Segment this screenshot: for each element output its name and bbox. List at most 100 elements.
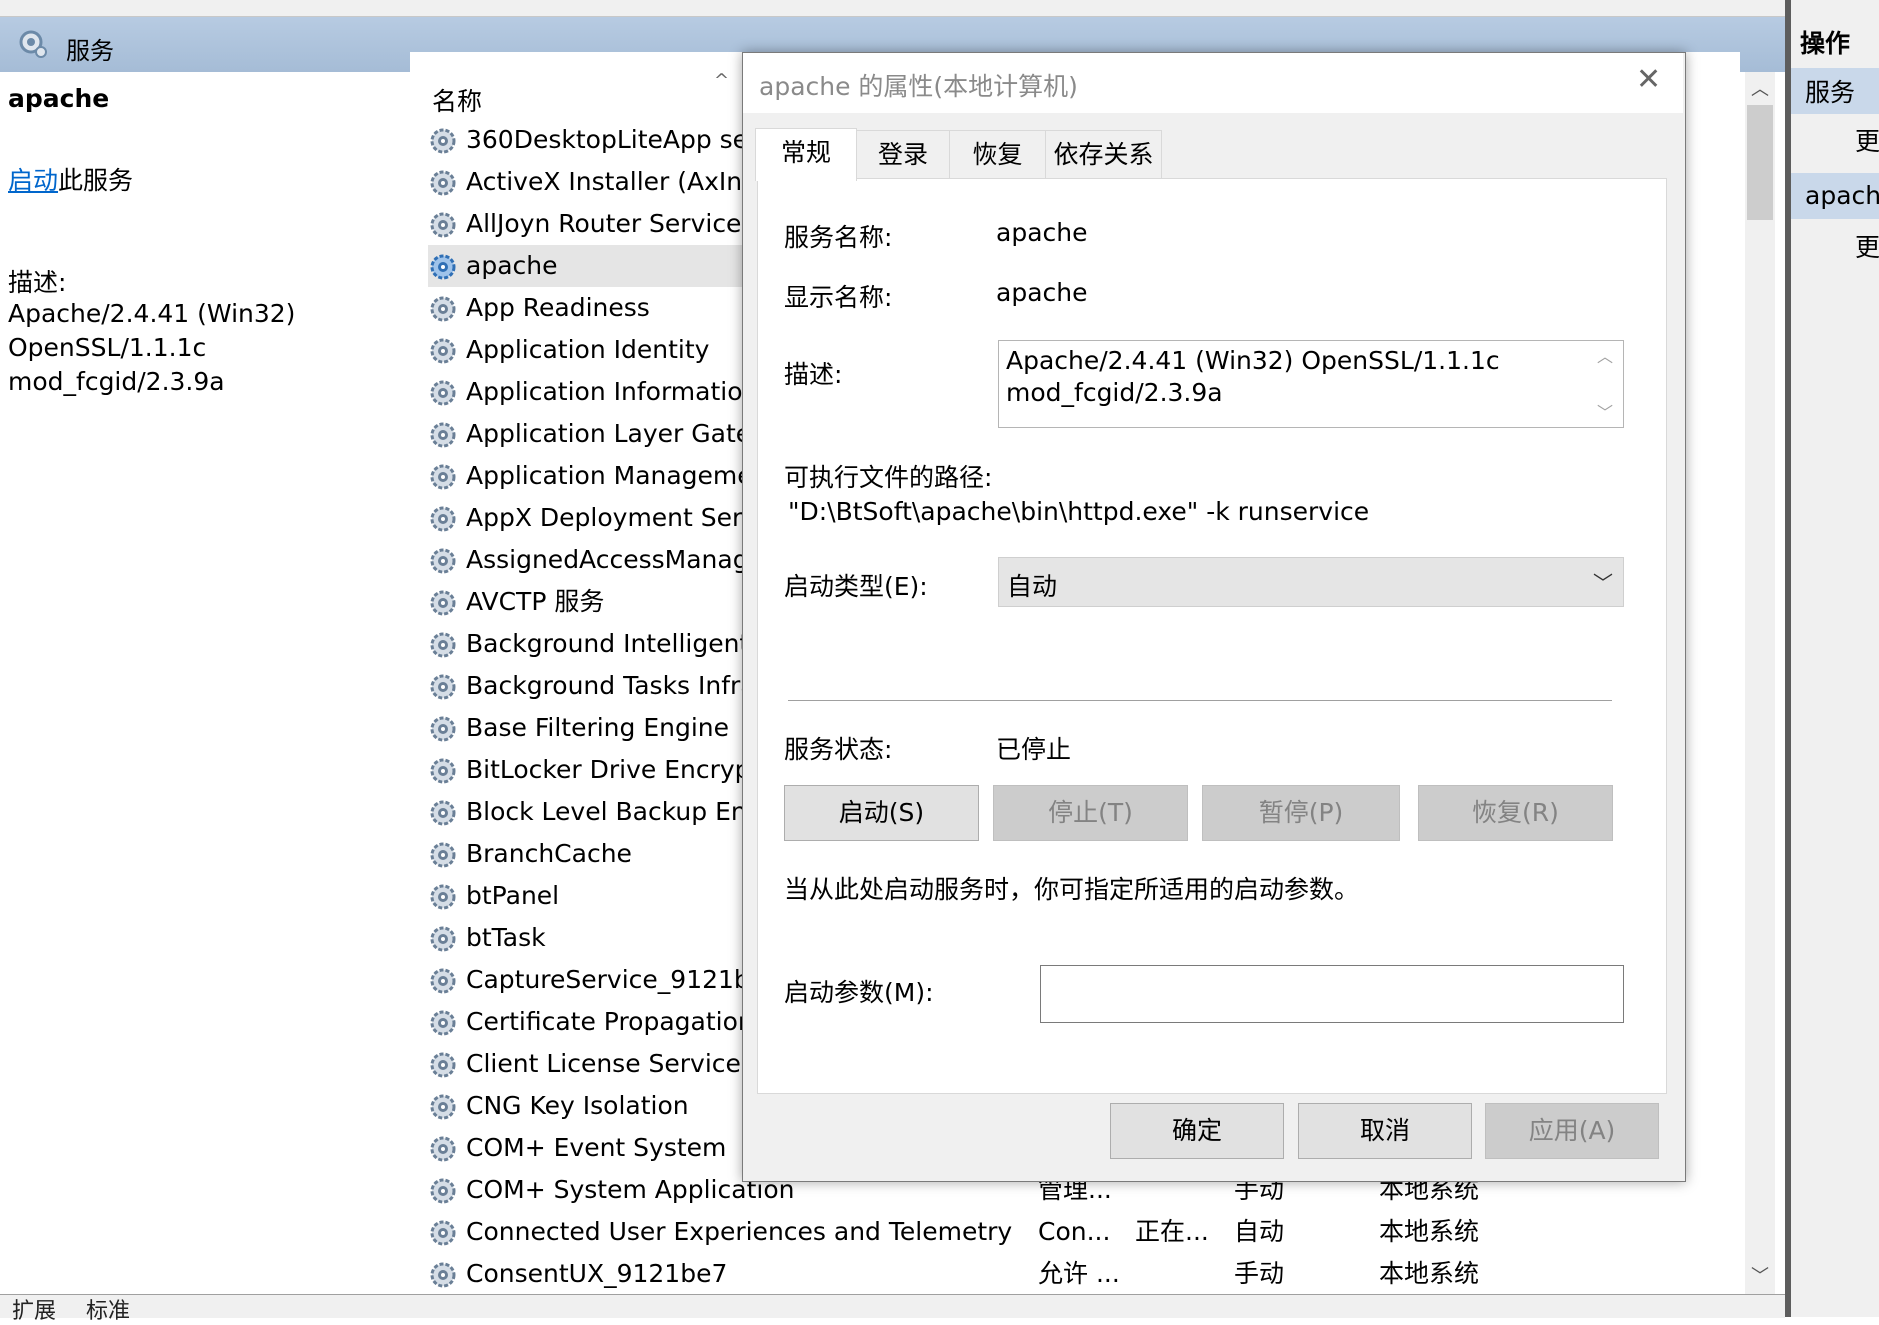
service-gear-icon (428, 252, 458, 282)
tab-logon[interactable]: 登录 (856, 130, 950, 179)
tab-recovery[interactable]: 恢复 (949, 130, 1046, 179)
service-description: 允许 ... (1038, 1259, 1120, 1288)
start-params-hint: 当从此处启动服务时，你可指定所适用的启动参数。 (784, 875, 1360, 904)
startup-type-label: 启动类型(E): (784, 572, 928, 601)
service-gear-icon (428, 168, 458, 198)
service-status-value: 已停止 (996, 735, 1072, 764)
scroll-down-icon[interactable]: ﹀ (1745, 1262, 1775, 1292)
tab-extended[interactable]: 扩展 (12, 1293, 56, 1325)
service-gear-icon (428, 1218, 458, 1248)
service-gear-icon (428, 378, 458, 408)
exe-path-label: 可执行文件的路径: (784, 463, 993, 492)
resume-button[interactable]: 恢复(R) (1418, 785, 1613, 841)
actions-section-services[interactable]: 服务 (1791, 68, 1879, 114)
actions-section-label: 服务 (1805, 78, 1856, 107)
apply-button[interactable]: 应用(A) (1485, 1103, 1659, 1159)
service-logon-as: 本地系统 (1379, 1217, 1480, 1246)
services-icon (19, 30, 47, 58)
service-gear-icon (428, 588, 458, 618)
service-gear-icon (428, 546, 458, 576)
service-row[interactable]: Connected User Experiences and Telemetry… (428, 1211, 1728, 1253)
scroll-up-icon[interactable]: ︿ (1597, 343, 1613, 367)
top-strip (0, 0, 1785, 17)
service-name-label: 服务名称: (784, 223, 893, 252)
general-tab-panel (757, 178, 1667, 1094)
service-gear-icon (428, 966, 458, 996)
service-name: Application Identity (466, 335, 710, 364)
service-gear-icon (428, 924, 458, 954)
display-name-value: apache (996, 278, 1088, 307)
service-name: Application Information (466, 377, 759, 406)
service-gear-icon (428, 1008, 458, 1038)
exe-path-value: "D:\BtSoft\apache\bin\httpd.exe" -k runs… (788, 497, 1370, 526)
service-gear-icon (428, 1134, 458, 1164)
service-name: Connected User Experiences and Telemetry (466, 1217, 1013, 1246)
service-name: Base Filtering Engine (466, 713, 730, 742)
service-name: BranchCache (466, 839, 632, 868)
start-service-suffix: 此服务 (58, 166, 134, 195)
description-line: Apache/2.4.41 (Win32) OpenSSL/1.1.1c (1006, 346, 1500, 375)
service-name: CNG Key Isolation (466, 1091, 689, 1120)
service-name: apache (466, 251, 558, 280)
stop-button[interactable]: 停止(T) (993, 785, 1188, 841)
display-name-label: 显示名称: (784, 283, 893, 312)
service-gear-icon (428, 1092, 458, 1122)
service-name: AllJoyn Router Service (466, 209, 742, 238)
ok-button[interactable]: 确定 (1110, 1103, 1284, 1159)
description-line: mod_fcgid/2.3.9a (1006, 378, 1223, 407)
start-params-label: 启动参数(M): (784, 978, 934, 1007)
service-gear-icon (428, 714, 458, 744)
description-textbox[interactable]: Apache/2.4.41 (Win32) OpenSSL/1.1.1c mod… (998, 340, 1624, 428)
service-startup-type: 手动 (1234, 1259, 1285, 1288)
service-name: btPanel (466, 881, 560, 910)
service-gear-icon (428, 420, 458, 450)
tab-dependencies[interactable]: 依存关系 (1045, 130, 1162, 179)
service-gear-icon (428, 840, 458, 870)
service-gear-icon (428, 630, 458, 660)
service-gear-icon (428, 798, 458, 828)
service-name: AVCTP 服务 (466, 587, 605, 616)
close-icon[interactable]: ✕ (1636, 62, 1661, 97)
startup-type-value: 自动 (1007, 572, 1058, 601)
service-gear-icon (428, 294, 458, 324)
cancel-button[interactable]: 取消 (1298, 1103, 1472, 1159)
startup-type-select[interactable]: 自动 ﹀ (998, 557, 1624, 607)
service-gear-icon (428, 210, 458, 240)
start-params-input[interactable] (1040, 965, 1624, 1023)
service-name: Application Management (466, 461, 779, 490)
service-name: App Readiness (466, 293, 650, 322)
actions-section-apache[interactable]: apache (1791, 173, 1879, 219)
tab-standard[interactable]: 标准 (86, 1293, 130, 1325)
description-text: Apache/2.4.41 (Win32) OpenSSL/1.1.1c mod… (8, 297, 408, 399)
scroll-thumb[interactable] (1747, 105, 1773, 220)
header-title: 服务 (66, 37, 114, 65)
left-description-panel (0, 72, 410, 1294)
vertical-scrollbar[interactable] (1745, 72, 1775, 1294)
dialog-title: apache 的属性(本地计算机) (759, 72, 1078, 101)
pause-button[interactable]: 暂停(P) (1202, 785, 1400, 841)
service-name: Certificate Propagation (466, 1007, 754, 1036)
service-row[interactable]: ConsentUX_9121be7 允许 ... 手动 本地系统 (428, 1253, 1728, 1295)
view-tabs-bar: 扩展 标准 (0, 1294, 1785, 1324)
service-gear-icon (428, 1050, 458, 1080)
service-row[interactable]: apache (428, 245, 748, 287)
start-button[interactable]: 启动(S) (784, 785, 979, 841)
more-actions-link[interactable]: 更 (1855, 122, 1879, 158)
actions-title: 操作 (1800, 29, 1851, 58)
service-description: Con... (1038, 1217, 1111, 1246)
service-status-label: 服务状态: (784, 735, 893, 764)
scroll-up-icon[interactable]: ︿ (1745, 75, 1775, 105)
service-name-value: apache (996, 218, 1088, 247)
service-name: CaptureService_9121be7 (466, 965, 782, 994)
service-logon-as: 本地系统 (1379, 1259, 1480, 1288)
service-gear-icon (428, 672, 458, 702)
tab-general[interactable]: 常规 (755, 128, 857, 181)
scroll-down-icon[interactable]: ﹀ (1597, 399, 1613, 423)
service-name: btTask (466, 923, 546, 952)
description-text: Apache/2.4.41 (Win32) OpenSSL/1.1.1c mod… (1006, 345, 1566, 409)
more-actions-link[interactable]: 更 (1855, 228, 1879, 264)
start-service-link[interactable]: 启动 (8, 166, 58, 195)
actions-section-label: apache (1805, 181, 1879, 210)
column-header-name[interactable]: 名称 (432, 82, 482, 118)
service-name: ConsentUX_9121be7 (466, 1259, 728, 1288)
